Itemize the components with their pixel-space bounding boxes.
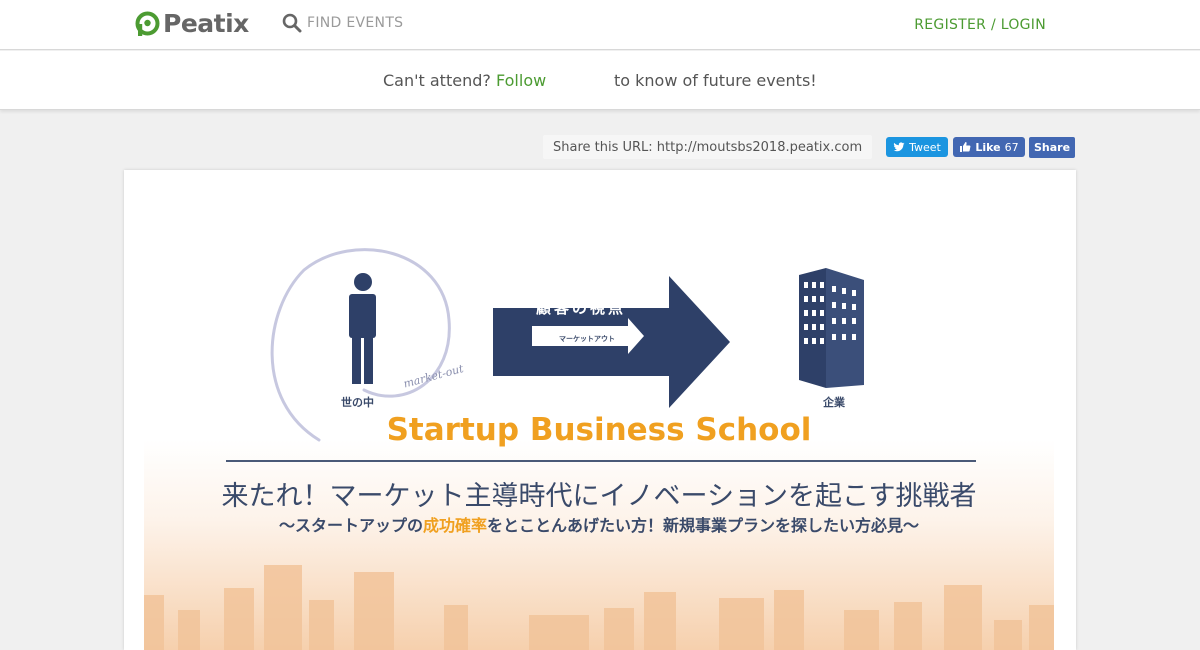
left-caption: 世の中 [341, 396, 374, 409]
arrow-subcaption: マーケットアウト [559, 335, 615, 343]
banner-divider [226, 460, 976, 462]
building-icon [799, 268, 864, 388]
peatix-logo-icon [135, 11, 160, 36]
find-events-label: FIND EVENTS [307, 15, 404, 31]
facebook-like-button[interactable]: Like 67 [953, 137, 1025, 157]
share-url-box[interactable]: Share this URL: http://moutsbs2018.peati… [543, 135, 873, 159]
follow-suffix: to know of future events! [614, 71, 817, 90]
right-caption: 企業 [823, 396, 845, 409]
tweet-button[interactable]: Tweet [886, 137, 948, 157]
follow-link[interactable]: Follow [496, 71, 546, 90]
register-login-link[interactable]: REGISTER / LOGIN [914, 17, 1046, 33]
top-nav: Peatix FIND EVENTS REGISTER / LOGIN [0, 0, 1200, 50]
logo-text: Peatix [163, 8, 249, 38]
event-banner-image: 世の中 顧客の視点 マーケットアウト 企業 market-out Startup… [144, 190, 1054, 650]
thumbs-up-icon [960, 142, 971, 152]
event-card: 世の中 顧客の視点 マーケットアウト 企業 market-out Startup… [124, 170, 1076, 650]
like-count: 67 [1004, 140, 1019, 154]
banner-subheadline: 〜スタートアップの成功確率をとことんあげたい方！新規事業プランを探したい方必見〜 [144, 512, 1054, 536]
tweet-label: Tweet [909, 140, 941, 154]
find-events-button[interactable]: FIND EVENTS [282, 13, 403, 33]
peatix-logo[interactable]: Peatix [135, 8, 249, 38]
like-label: Like [975, 140, 1001, 154]
sub-suffix: をとことんあげたい方！新規事業プランを探したい方必見〜 [487, 516, 920, 535]
city-skyline [144, 565, 1054, 650]
banner-headline: 来たれ！マーケット主導時代にイノベーションを起こす挑戦者 [221, 481, 977, 512]
banner-title: Startup Business School [386, 412, 812, 448]
search-icon [282, 13, 302, 33]
follow-banner: Can't attend? Follow to know of future e… [0, 51, 1200, 110]
follow-prefix: Can't attend? [383, 71, 491, 90]
twitter-bird-icon [893, 142, 905, 152]
sub-prefix: 〜スタートアップの [278, 516, 423, 535]
person-icon [349, 273, 376, 384]
facebook-share-button[interactable]: Share [1029, 137, 1075, 158]
arrow-caption: 顧客の視点 [536, 299, 627, 317]
sub-highlight: 成功確率 [422, 516, 487, 535]
